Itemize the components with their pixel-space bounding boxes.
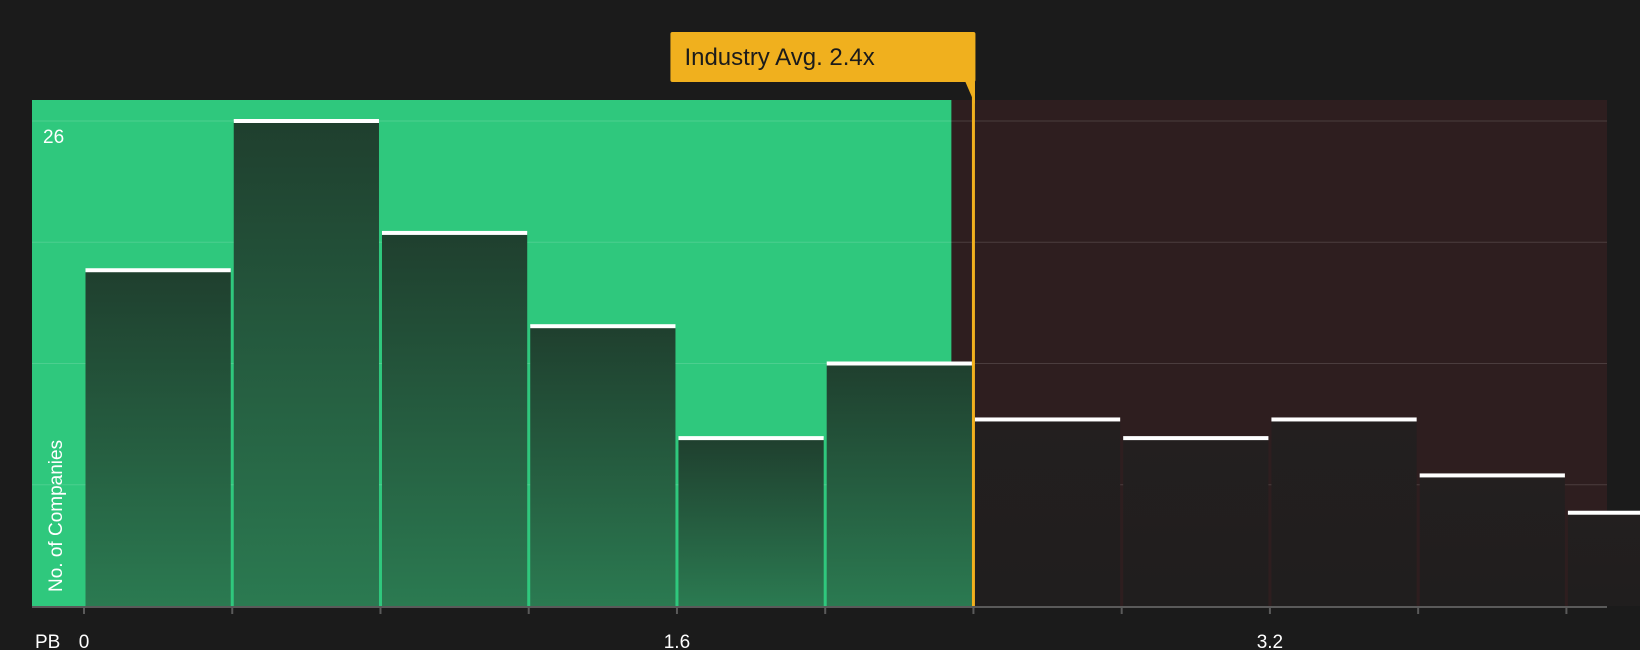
histogram-bar-3 xyxy=(530,326,676,606)
histogram-bar-2 xyxy=(381,232,528,606)
histogram-bar-10 xyxy=(1567,512,1640,606)
y-tick-label: 26 xyxy=(43,127,64,148)
histogram-bar-5 xyxy=(826,363,972,606)
x-tick-label: 3.2 xyxy=(1257,632,1283,650)
bar-cap-3 xyxy=(530,324,676,329)
histogram-bar-8 xyxy=(1271,419,1417,606)
bar-cap-5 xyxy=(826,361,972,366)
y-axis-label: No. of Companies xyxy=(46,440,67,592)
bar-cap-8 xyxy=(1271,417,1417,422)
histogram-bar-9 xyxy=(1419,475,1565,606)
bar-cap-0 xyxy=(85,268,231,273)
bar-cap-1 xyxy=(233,119,379,123)
bar-cap-6 xyxy=(974,417,1121,422)
pb-distribution-chart: Industry Avg. 2.4xDFTX 5.9x 01.63.24.86.… xyxy=(0,0,1640,650)
industry-average-label: Industry Avg. 2.4x xyxy=(684,44,874,71)
x-tick-label: 0 xyxy=(79,632,90,650)
bar-cap-4 xyxy=(678,436,824,441)
bar-cap-9 xyxy=(1419,473,1565,478)
histogram-bar-4 xyxy=(678,438,824,606)
histogram-bar-7 xyxy=(1123,438,1269,606)
histogram-bar-0 xyxy=(85,270,231,606)
bar-cap-2 xyxy=(381,230,528,235)
bar-cap-10 xyxy=(1567,510,1640,515)
histogram-bar-1 xyxy=(233,121,379,606)
histogram-bar-6 xyxy=(974,419,1121,606)
x-axis-label: PB xyxy=(35,632,60,650)
x-tick-label: 1.6 xyxy=(664,632,690,650)
bar-cap-7 xyxy=(1123,436,1269,441)
